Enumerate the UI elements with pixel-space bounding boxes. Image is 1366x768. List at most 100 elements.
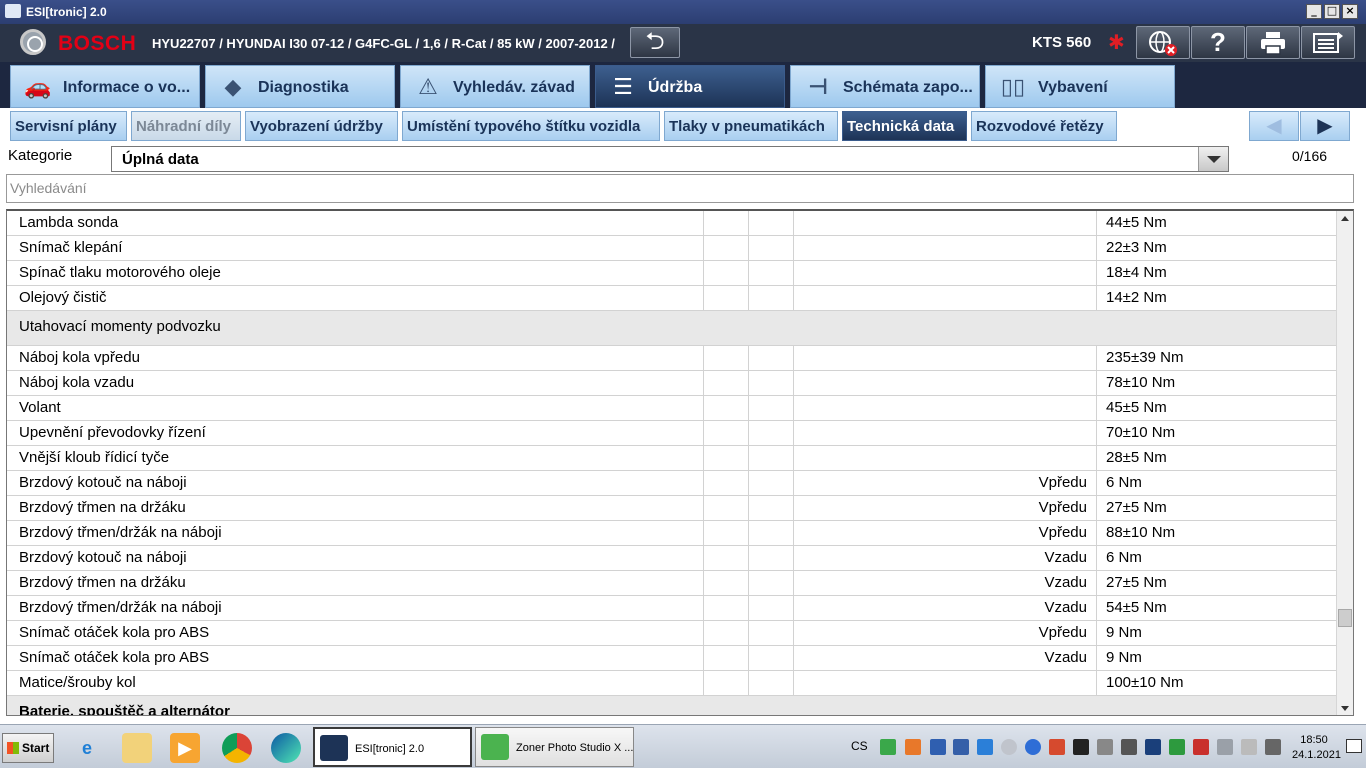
vertical-scrollbar[interactable]: [1336, 211, 1353, 715]
table-row[interactable]: Matice/šrouby kol 100±10 Nm: [7, 671, 1337, 696]
subtab-spare-parts: Náhradní díly: [131, 111, 241, 141]
windows-taskbar: Start e ▶ ESI[tronic] 2.0 Zoner Photo St…: [0, 724, 1366, 768]
tray-remote-icon[interactable]: [977, 739, 993, 755]
tray-tool-icon[interactable]: [953, 739, 969, 755]
menu-list-icon: [1313, 32, 1343, 53]
section-row[interactable]: Baterie, spouštěč a alternátor: [7, 696, 1337, 716]
table-row[interactable]: Brzdový třmen/držák na náboji Vpředu 88±10…: [7, 521, 1337, 546]
help-button[interactable]: ?: [1191, 26, 1245, 59]
tray-excel-icon[interactable]: [880, 739, 896, 755]
chrome-icon[interactable]: [222, 733, 252, 763]
window-titlebar: ESI[tronic] 2.0 _ □ ×: [0, 0, 1366, 24]
table-row[interactable]: Upevnění převodovky řízení 70±10 Nm: [7, 421, 1337, 446]
chevron-down-icon[interactable]: [1198, 147, 1228, 171]
subtab-technical-data[interactable]: Technická data: [842, 111, 967, 141]
tray-bluetooth-icon[interactable]: [930, 739, 946, 755]
row-name: Baterie, spouštěč a alternátor: [19, 703, 230, 716]
row-name: Brzdový třmen na držáku: [19, 499, 186, 516]
subtab-service-plans[interactable]: Servisní plány: [10, 111, 127, 141]
category-select[interactable]: Úplná data: [111, 146, 1229, 172]
tray-app-icon[interactable]: [905, 739, 921, 755]
category-label: Kategorie: [8, 147, 73, 164]
table-row[interactable]: Volant 45±5 Nm: [7, 396, 1337, 421]
arrow-left-icon: ◀: [1266, 115, 1282, 137]
row-value: 28±5 Nm: [1106, 449, 1167, 466]
tab-equipment[interactable]: ▯▯ Vybavení: [985, 65, 1175, 108]
subtab-tire-pressure[interactable]: Tlaky v pneumatikách: [664, 111, 838, 141]
menu-button[interactable]: [1301, 26, 1355, 59]
table-row[interactable]: Olejový čistič 14±2 Nm: [7, 286, 1337, 311]
prev-arrow-button[interactable]: ◀: [1249, 111, 1299, 141]
tray-battery-icon[interactable]: [1217, 739, 1233, 755]
file-explorer-icon[interactable]: [122, 733, 152, 763]
tab-maintenance[interactable]: ☰ Údržba: [595, 65, 785, 108]
vehicle-info: HYU22707 / HYUNDAI I30 07-12 / G4FC-GL /…: [152, 36, 615, 51]
table-row[interactable]: Brzdový kotouč na náboji Vpředu 6 Nm: [7, 471, 1337, 496]
language-indicator[interactable]: CS: [851, 739, 868, 753]
row-name: Lambda sonda: [19, 214, 119, 231]
table-row[interactable]: Snímač klepání 22±3 Nm: [7, 236, 1337, 261]
subtab-maintenance-images[interactable]: Vyobrazení údržby: [245, 111, 398, 141]
row-name: Náboj kola vpředu: [19, 349, 140, 366]
tray-network-icon[interactable]: [1145, 739, 1161, 755]
esi-app-icon: [5, 4, 21, 18]
network-button[interactable]: [1136, 26, 1190, 59]
tray-monitor-icon[interactable]: [1121, 739, 1137, 755]
diagnostics-plug-icon: ◆: [224, 74, 242, 99]
row-value: 27±5 Nm: [1106, 499, 1167, 516]
row-name: Brzdový třmen na držáku: [19, 574, 186, 591]
print-button[interactable]: [1246, 26, 1300, 59]
tray-wifi-icon[interactable]: [1169, 739, 1185, 755]
internet-explorer-icon[interactable]: e: [72, 733, 102, 763]
tray-sync-icon[interactable]: [1025, 739, 1041, 755]
search-input[interactable]: Vyhledávání: [6, 174, 1354, 203]
table-row[interactable]: Náboj kola vpředu 235±39 Nm: [7, 346, 1337, 371]
scroll-up-icon[interactable]: [1337, 211, 1353, 227]
media-player-icon[interactable]: ▶: [170, 733, 200, 763]
tab-vehicle-info[interactable]: 🚗 Informace o vo...: [10, 65, 200, 108]
table-row[interactable]: Snímač otáček kola pro ABS Vzadu 9 Nm: [7, 646, 1337, 671]
table-row[interactable]: Brzdový třmen/držák na náboji Vzadu 54±5 N…: [7, 596, 1337, 621]
tray-display-icon[interactable]: [1097, 739, 1113, 755]
table-row[interactable]: Snímač otáček kola pro ABS Vpředu 9 Nm: [7, 621, 1337, 646]
task-zoner-photo-studio[interactable]: Zoner Photo Studio X ...: [475, 727, 634, 767]
task-esitronic[interactable]: ESI[tronic] 2.0: [313, 727, 472, 767]
table-row[interactable]: Brzdový kotouč na náboji Vzadu 6 Nm: [7, 546, 1337, 571]
tray-volume-icon[interactable]: [1265, 739, 1281, 755]
tray-alert-icon[interactable]: [1193, 739, 1209, 755]
tab-diagnostics[interactable]: ◆ Diagnostika: [205, 65, 395, 108]
table-row[interactable]: Brzdový třmen na držáku Vzadu 27±5 Nm: [7, 571, 1337, 596]
table-row[interactable]: Brzdový třmen na držáku Vpředu 27±5 Nm: [7, 496, 1337, 521]
notification-icon[interactable]: [1346, 739, 1362, 753]
row-position: Vzadu: [1044, 599, 1087, 616]
table-row[interactable]: Vnější kloub řídicí tyče 28±5 Nm: [7, 446, 1337, 471]
subtab-timing-chains[interactable]: Rozvodové řetězy: [971, 111, 1117, 141]
help-icon: ?: [1210, 27, 1226, 57]
start-button[interactable]: Start: [2, 733, 54, 763]
tab-fault-search[interactable]: ⚠ Vyhledáv. závad: [400, 65, 590, 108]
tab-wiring-diagrams[interactable]: ⊣ Schémata zapo...: [790, 65, 980, 108]
tray-usb-icon[interactable]: [1241, 739, 1257, 755]
tray-security-icon[interactable]: [1049, 739, 1065, 755]
tray-status-icon[interactable]: [1001, 739, 1017, 755]
row-name: Brzdový kotouč na náboji: [19, 474, 187, 491]
scroll-thumb[interactable]: [1338, 609, 1352, 627]
subtab-type-plate-location[interactable]: Umístění typového štítku vozidla: [402, 111, 660, 141]
next-arrow-button[interactable]: ▶: [1300, 111, 1350, 141]
maximize-button[interactable]: □: [1324, 4, 1340, 19]
back-arrow-icon: ⮌: [645, 28, 665, 55]
tray-ssd-icon[interactable]: [1073, 739, 1089, 755]
table-row[interactable]: Spínač tlaku motorového oleje 18±4 Nm: [7, 261, 1337, 286]
scroll-down-icon[interactable]: [1337, 700, 1353, 715]
minimize-button[interactable]: _: [1306, 4, 1322, 19]
table-row[interactable]: Lambda sonda 44±5 Nm: [7, 211, 1337, 236]
back-button[interactable]: ⮌: [630, 27, 680, 58]
row-name: Brzdový kotouč na náboji: [19, 549, 187, 566]
table-row[interactable]: Náboj kola vzadu 78±10 Nm: [7, 371, 1337, 396]
globe-disconnected-icon: [1149, 31, 1177, 56]
system-clock[interactable]: 18:50 24.1.2021: [1292, 733, 1341, 763]
close-button[interactable]: ×: [1342, 4, 1358, 19]
edge-icon[interactable]: [271, 733, 301, 763]
section-row[interactable]: Utahovací momenty podvozku: [7, 311, 1337, 346]
row-name: Olejový čistič: [19, 289, 107, 306]
